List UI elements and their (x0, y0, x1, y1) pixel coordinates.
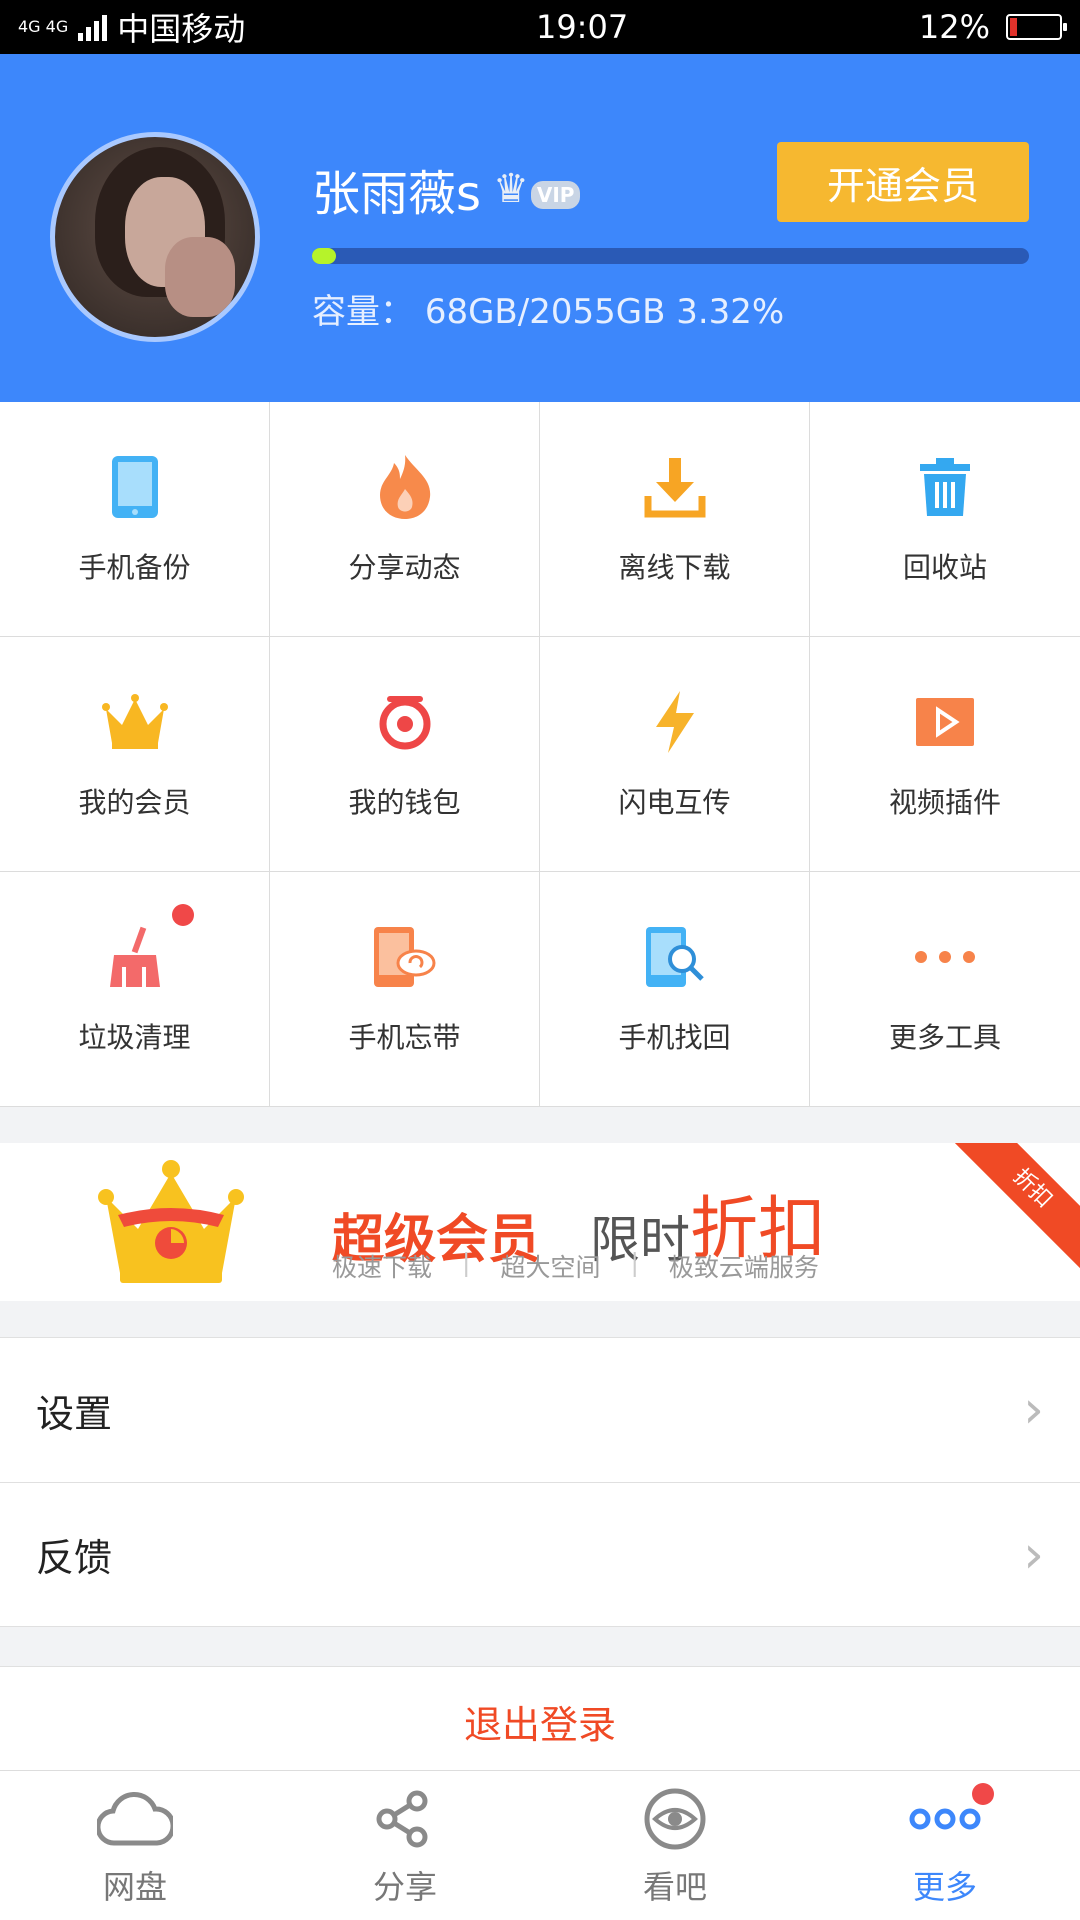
vip-label: VIP (530, 181, 581, 209)
share-icon (365, 1784, 445, 1854)
lightning-icon (640, 687, 710, 757)
tool-my-membership[interactable]: 我的会员 (0, 637, 270, 872)
open-vip-button[interactable]: 开通会员 (777, 142, 1029, 222)
nav-tab-more[interactable]: 更多 (810, 1771, 1080, 1920)
tool-recycle-bin[interactable]: 回收站 (810, 402, 1080, 637)
broom-icon (100, 922, 170, 992)
separator: | (462, 1248, 471, 1277)
menu-item-label: 设置 (36, 1391, 113, 1436)
username-text: 张雨薇s (312, 166, 482, 222)
phone-search-icon (640, 922, 710, 992)
storage-progress-fill (312, 248, 336, 264)
crown-icon (100, 687, 170, 757)
discount-ribbon: 折扣 (945, 1143, 1080, 1276)
more-dots-icon (910, 922, 980, 992)
battery-icon (1005, 14, 1067, 40)
avatar[interactable] (50, 132, 260, 342)
clock: 19:07 (535, 8, 629, 46)
capacity-value: 68GB/2055GB 3.32% (424, 292, 785, 332)
tablet-icon (100, 452, 170, 522)
cloud-icon (95, 1784, 175, 1854)
download-icon (640, 452, 710, 522)
feature-fast-download: 极速下载 (332, 1253, 433, 1282)
storage-progress-bar (312, 248, 1029, 264)
username: 张雨薇s ♛ VIP (312, 154, 581, 224)
tool-share-feed[interactable]: 分享动态 (270, 402, 540, 637)
notification-dot (172, 904, 194, 926)
vip-badge: ♛ VIP (493, 166, 581, 212)
eye-icon (635, 1784, 715, 1854)
tool-my-wallet[interactable]: 我的钱包 (270, 637, 540, 872)
phone-cloud-icon (370, 922, 440, 992)
tool-offline-download[interactable]: 离线下载 (540, 402, 810, 637)
crown-icon: ♛ (493, 166, 529, 212)
menu-item-feedback[interactable]: 反馈 › (0, 1482, 1080, 1627)
logout-button[interactable]: 退出登录 (0, 1666, 1080, 1776)
tool-video-plugin[interactable]: 视频插件 (810, 637, 1080, 872)
settings-menu: 设置 › 反馈 › (0, 1337, 1080, 1627)
status-bar: 4G 4G 中国移动 19:07 12% (0, 0, 1080, 54)
wallet-icon (370, 687, 440, 757)
tool-flash-transfer[interactable]: 闪电互传 (540, 637, 810, 872)
tool-phone-backup[interactable]: 手机备份 (0, 402, 270, 637)
tool-phone-forgotten[interactable]: 手机忘带 (270, 872, 540, 1107)
tool-phone-recovery[interactable]: 手机找回 (540, 872, 810, 1107)
trash-icon (910, 452, 980, 522)
separator: | (630, 1248, 639, 1277)
menu-item-settings[interactable]: 设置 › (0, 1337, 1080, 1482)
super-vip-banner[interactable]: 超级会员 限时 折扣 极速下载 | 超大空间 | 极致云端服务 折扣 (0, 1143, 1080, 1301)
network-indicator: 4G 4G (18, 17, 69, 36)
video-play-icon (910, 687, 980, 757)
chevron-right-icon: › (1023, 1380, 1044, 1440)
menu-item-label: 反馈 (36, 1536, 113, 1580)
flame-icon (370, 452, 440, 522)
notification-dot (972, 1783, 994, 1805)
nav-tab-watch[interactable]: 看吧 (540, 1771, 810, 1920)
signal-icon (78, 13, 108, 41)
nav-tab-netdisk[interactable]: 网盘 (0, 1771, 270, 1920)
capacity-label: 容量： (312, 292, 414, 332)
tools-grid: 手机备份 分享动态 离线下载 回收站 我的会员 我的钱包 闪电互传 视频插件 垃… (0, 402, 1080, 1107)
banner-features: 极速下载 | 超大空间 | 极致云端服务 (332, 1248, 819, 1284)
feature-cloud-service: 极致云端服务 (668, 1253, 819, 1282)
battery-percent: 12% (918, 8, 990, 46)
feature-large-space: 超大空间 (500, 1253, 601, 1282)
bottom-navigation: 网盘 分享 看吧 更多 (0, 1770, 1080, 1920)
crown-icon (98, 1160, 244, 1283)
nav-tab-share[interactable]: 分享 (270, 1771, 540, 1920)
tool-more-tools[interactable]: 更多工具 (810, 872, 1080, 1107)
capacity-text: 容量： 68GB/2055GB 3.32% (312, 284, 784, 333)
profile-header: 张雨薇s ♛ VIP 开通会员 容量： 68GB/2055GB 3.32% (0, 54, 1080, 402)
tool-junk-cleanup[interactable]: 垃圾清理 (0, 872, 270, 1107)
carrier-name: 中国移动 (117, 10, 246, 48)
chevron-right-icon: › (1023, 1524, 1044, 1585)
